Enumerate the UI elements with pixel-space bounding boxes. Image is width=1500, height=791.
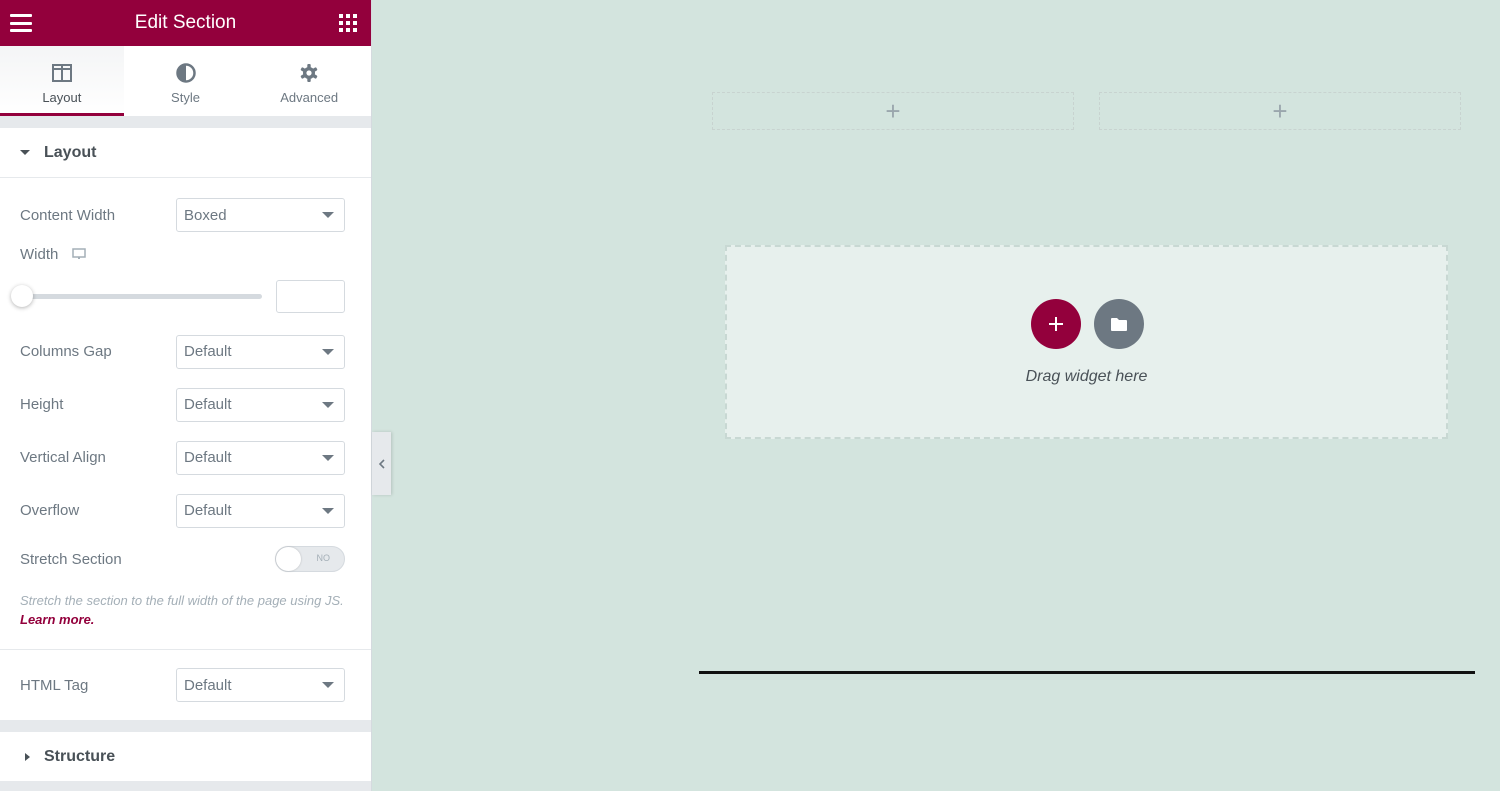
html-tag-controls: HTML Tag Default <box>0 650 371 720</box>
content-width-label: Content Width <box>20 206 116 224</box>
empty-column-1[interactable]: + <box>712 92 1074 130</box>
columns-icon <box>51 62 72 84</box>
apps-grid-icon[interactable] <box>339 14 357 32</box>
height-select[interactable]: Default <box>176 387 345 422</box>
height-value: Default <box>184 396 232 413</box>
dropdown-arrow-icon <box>322 348 334 355</box>
plus-icon: + <box>1272 96 1288 126</box>
stretch-section-control: Stretch Section NO <box>20 537 345 581</box>
add-section-button[interactable] <box>1031 299 1081 349</box>
layout-controls: Content Width Boxed Width Columns Gap De… <box>0 178 371 649</box>
width-slider-handle[interactable] <box>11 285 33 307</box>
desktop-icon[interactable] <box>72 248 87 260</box>
overflow-label: Overflow <box>20 502 80 519</box>
tab-advanced-label: Advanced <box>280 89 339 105</box>
toggle-knob <box>276 547 301 571</box>
drop-zone-text: Drag widget here <box>1025 368 1148 385</box>
width-slider[interactable] <box>11 285 262 307</box>
overflow-select[interactable]: Default <box>176 493 345 528</box>
hamburger-menu-icon[interactable] <box>10 14 32 32</box>
columns-gap-value: Default <box>184 343 232 360</box>
widget-drop-zone[interactable]: Drag widget here <box>725 245 1448 439</box>
html-tag-label: HTML Tag <box>20 676 89 694</box>
half-circle-icon <box>175 62 196 84</box>
width-label: Width <box>20 245 59 263</box>
overflow-control: Overflow Default <box>20 484 345 537</box>
editor-panel: Edit Section Layout Style Advanced Layou… <box>0 0 372 791</box>
vertical-align-label: Vertical Align <box>20 449 106 466</box>
gear-icon <box>299 62 319 84</box>
plus-icon <box>1049 317 1063 331</box>
toggle-state-text: NO <box>316 553 331 563</box>
dropdown-arrow-icon <box>322 682 334 688</box>
chevron-left-icon <box>378 458 385 469</box>
html-tag-control: HTML Tag Default <box>20 650 345 720</box>
columns-gap-control: Columns Gap Default <box>20 325 345 378</box>
vertical-align-select[interactable]: Default <box>176 440 345 475</box>
tab-layout[interactable]: Layout <box>0 46 124 116</box>
layout-section-title: Layout <box>44 143 97 161</box>
structure-section-toggle[interactable]: Structure <box>0 732 371 782</box>
caret-down-icon <box>20 150 30 155</box>
width-label-row: Width <box>20 245 345 263</box>
stretch-section-toggle[interactable]: NO <box>275 546 345 572</box>
html-tag-select[interactable]: Default <box>176 668 345 702</box>
vertical-align-value: Default <box>184 449 232 466</box>
tab-style[interactable]: Style <box>124 46 248 116</box>
vertical-align-control: Vertical Align Default <box>20 431 345 484</box>
overflow-value: Default <box>184 502 232 519</box>
dropdown-arrow-icon <box>322 401 334 408</box>
tab-style-label: Style <box>171 89 200 105</box>
content-width-select[interactable]: Boxed <box>176 198 345 232</box>
panel-tabs: Layout Style Advanced <box>0 46 371 116</box>
dropdown-arrow-icon <box>322 507 334 514</box>
height-control: Height Default <box>20 378 345 431</box>
help-description: Stretch the section to the full width of… <box>20 593 344 608</box>
layout-section-toggle[interactable]: Layout <box>0 128 371 178</box>
width-input[interactable] <box>276 279 345 313</box>
add-template-button[interactable] <box>1094 299 1144 349</box>
plus-icon: + <box>885 96 901 126</box>
caret-right-icon <box>25 752 30 761</box>
stretch-section-label: Stretch Section <box>20 550 122 568</box>
tab-layout-label: Layout <box>42 89 82 105</box>
folder-icon <box>1111 317 1127 331</box>
structure-section-title: Structure <box>44 747 116 765</box>
columns-gap-select[interactable]: Default <box>176 334 345 369</box>
divider-widget[interactable] <box>699 671 1475 674</box>
content-width-value: Boxed <box>184 206 227 224</box>
empty-column-2[interactable]: + <box>1099 92 1461 130</box>
columns-gap-label: Columns Gap <box>20 343 112 360</box>
tab-advanced[interactable]: Advanced <box>247 46 371 116</box>
width-slider-row <box>11 276 345 316</box>
stretch-help-text: Stretch the section to the full width of… <box>20 591 345 649</box>
height-label: Height <box>20 396 64 413</box>
panel-title: Edit Section <box>134 12 237 33</box>
dropdown-arrow-icon <box>322 212 334 218</box>
dropdown-arrow-icon <box>322 454 334 461</box>
content-width-control: Content Width Boxed <box>20 178 345 250</box>
panel-header: Edit Section <box>0 0 371 46</box>
learn-more-link[interactable]: Learn more. <box>20 612 94 627</box>
collapse-panel-button[interactable] <box>372 432 391 495</box>
html-tag-value: Default <box>184 676 232 694</box>
